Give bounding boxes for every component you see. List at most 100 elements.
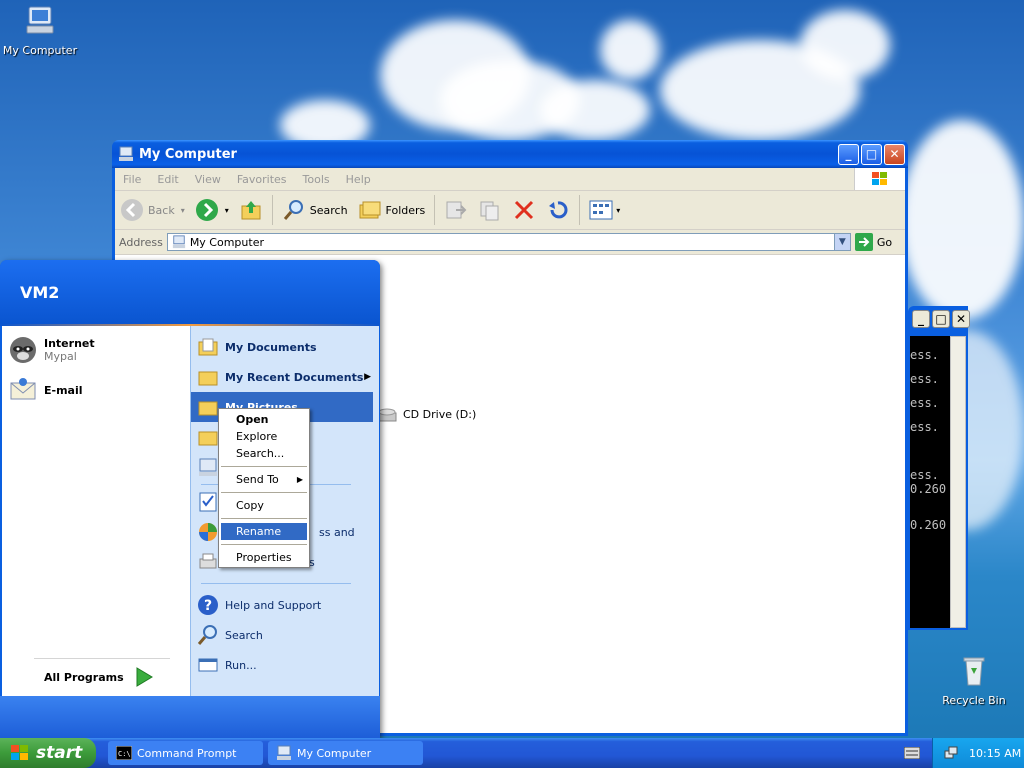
folder-icon <box>198 338 218 356</box>
help-icon: ? <box>198 595 218 615</box>
ctx-properties[interactable]: Properties <box>219 549 309 566</box>
desktop-icon-label: Recycle Bin <box>942 694 1006 707</box>
menu-view[interactable]: View <box>187 173 229 186</box>
address-label: Address <box>119 235 163 249</box>
clock: 10:15 AM <box>969 746 1022 760</box>
search-button[interactable]: Search <box>277 195 353 225</box>
green-arrow-icon <box>136 667 153 687</box>
run-icon <box>198 658 218 672</box>
cmd-icon: C:\ <box>116 746 132 760</box>
views-button[interactable]: ▾ <box>584 195 625 225</box>
desktop-icon-recycle-bin[interactable]: Recycle Bin <box>934 654 1014 707</box>
folder-icon <box>198 371 218 386</box>
all-programs-button[interactable]: All Programs <box>44 666 154 688</box>
move-to-button[interactable] <box>439 195 473 225</box>
ctx-copy[interactable]: Copy <box>219 497 309 514</box>
chevron-right-icon: ▶ <box>364 372 371 382</box>
menu-my-documents[interactable]: My Documents <box>191 332 379 362</box>
user-name: VM2 <box>20 282 60 302</box>
taskbar-item-my-computer[interactable]: My Computer <box>268 741 423 765</box>
chevron-down-icon[interactable]: ▾ <box>616 206 620 215</box>
raccoon-browser-icon <box>10 337 36 363</box>
svg-text:?: ? <box>204 598 212 614</box>
ctx-search[interactable]: Search... <box>219 445 309 462</box>
address-dropdown-button[interactable]: ▼ <box>833 234 850 250</box>
computer-icon <box>26 6 54 34</box>
console-window[interactable]: _ □ ✕ ess. ess. ess. ess. ess. 0.260 0.2… <box>908 306 970 630</box>
start-button[interactable]: start <box>0 738 96 768</box>
up-folder-button[interactable] <box>234 195 268 225</box>
maximize-button[interactable]: □ <box>932 310 950 328</box>
computer-icon <box>172 235 185 249</box>
back-button[interactable]: Back ▾ <box>115 195 190 225</box>
desktop-icon-my-computer[interactable]: My Computer <box>0 4 80 57</box>
folder-icon <box>198 431 218 446</box>
forward-button[interactable]: ▾ <box>190 195 234 225</box>
search-icon <box>197 625 217 645</box>
menu-edit[interactable]: Edit <box>149 173 186 186</box>
ctx-send-to[interactable]: Send To ▶ <box>219 471 309 488</box>
move-to-icon <box>446 201 467 219</box>
back-arrow-icon <box>121 199 143 221</box>
menu-tools[interactable]: Tools <box>295 173 338 186</box>
cd-drive-icon <box>377 408 397 422</box>
drive-label: CD Drive (D:) <box>403 407 477 421</box>
globe-icon <box>199 523 217 541</box>
start-menu-footer <box>0 696 380 738</box>
minimize-button[interactable]: _ <box>838 143 859 165</box>
folders-button[interactable]: Folders <box>353 195 431 225</box>
maximize-button[interactable]: □ <box>861 143 882 165</box>
window-titlebar[interactable]: My Computer _ □ ✕ <box>112 140 908 168</box>
menu-run[interactable]: Run... <box>191 650 379 680</box>
drive-item[interactable]: CD Drive (D:) <box>377 404 476 424</box>
menu-search[interactable]: Search <box>191 620 379 650</box>
undo-icon <box>549 201 568 219</box>
copy-to-button[interactable] <box>473 195 507 225</box>
undo-button[interactable] <box>541 195 575 225</box>
menu-help[interactable]: Help <box>338 173 379 186</box>
menu-bar: File Edit View Favorites Tools Help <box>115 168 905 191</box>
svg-text:C:\: C:\ <box>118 750 131 758</box>
taskbar-item-command-prompt[interactable]: C:\ Command Prompt <box>108 741 263 765</box>
search-icon <box>283 200 303 220</box>
window-title: My Computer <box>139 146 237 162</box>
ctx-open[interactable]: Open <box>219 411 309 428</box>
start-menu: VM2 Internet Mypal E-mail All Programs M… <box>0 260 380 738</box>
checklist-icon <box>199 492 217 512</box>
address-input[interactable]: My Computer ▼ <box>166 233 851 251</box>
pinned-internet[interactable]: Internet Mypal <box>2 326 190 370</box>
folder-icon <box>198 401 218 416</box>
chevron-down-icon[interactable]: ▾ <box>225 206 229 215</box>
folders-icon <box>359 201 381 219</box>
taskbar: start C:\ Command Prompt My Computer 10:… <box>0 738 1024 768</box>
ctx-rename[interactable]: Rename <box>221 523 307 540</box>
windows-logo-icon <box>11 745 28 760</box>
close-button[interactable]: ✕ <box>884 143 905 165</box>
go-button[interactable]: Go <box>854 233 892 251</box>
menu-favorites[interactable]: Favorites <box>229 173 295 186</box>
menu-help-support[interactable]: ? Help and Support <box>191 590 379 620</box>
up-folder-icon <box>241 201 261 220</box>
copy-to-icon <box>480 201 499 221</box>
printer-icon <box>199 553 217 569</box>
minimize-button[interactable]: _ <box>912 310 930 328</box>
menu-recent-documents[interactable]: My Recent Documents ▶ <box>191 362 379 392</box>
close-button[interactable]: ✕ <box>952 310 970 328</box>
forward-arrow-icon <box>195 199 218 221</box>
pinned-email[interactable]: E-mail <box>2 370 190 410</box>
address-bar: Address My Computer ▼ Go <box>115 230 905 255</box>
ctx-explore[interactable]: Explore <box>219 428 309 445</box>
mail-icon <box>10 378 36 400</box>
chevron-down-icon[interactable]: ▾ <box>181 206 185 215</box>
go-arrow-icon <box>854 233 873 251</box>
console-scrollbar[interactable] <box>950 336 966 628</box>
keyboard-icon[interactable] <box>904 747 920 759</box>
network-icon[interactable] <box>943 745 959 761</box>
system-tray: 10:15 AM <box>932 738 1024 768</box>
delete-button[interactable] <box>507 195 541 225</box>
menu-file[interactable]: File <box>115 173 149 186</box>
windows-logo-icon <box>854 168 905 190</box>
console-output: ess. ess. ess. ess. ess. 0.260 0.260 <box>910 336 950 628</box>
start-menu-left: Internet Mypal E-mail All Programs <box>2 326 190 696</box>
computer-icon <box>119 146 133 161</box>
